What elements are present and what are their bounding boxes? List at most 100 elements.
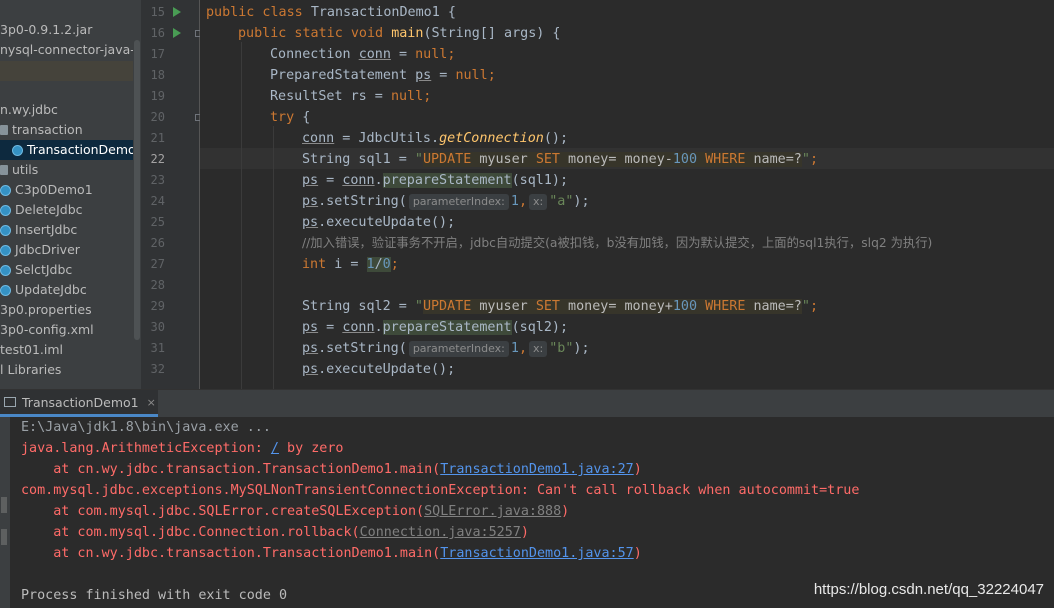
tree-item-label: JdbcDriver [15,242,80,257]
tree-scrollbar[interactable] [133,0,141,389]
tree-item-label: l Libraries [0,362,62,377]
tree-item-label: InsertJdbc [15,222,78,237]
console-toolbar [0,417,10,608]
code-line-17: Connection conn = null; [270,47,456,62]
watermark-text: https://blog.csdn.net/qq_32224047 [813,581,1044,598]
console-error-line: at com.mysql.jdbc.SQLError.createSQLExce… [21,504,570,519]
tree-item-updatejdbc[interactable]: UpdateJdbc [0,280,87,300]
project-tree: 3p0-0.9.1.2.jar nysql-connector-java-5.0… [0,0,141,389]
code-line-22: String sql1 = "UPDATE myuser SET money= … [302,152,818,167]
run-tab-label: TransactionDemo1 [22,394,139,410]
line-number: 32 [150,362,165,376]
run-console[interactable]: E:\Java\jdk1.8\bin\java.exe ... java.lan… [10,417,1054,608]
tree-item-deletejdbc[interactable]: DeleteJdbc [0,200,83,220]
code-line-16: public static void main(String[] args) { [238,26,561,41]
line-number: 25 [150,215,165,229]
tree-item-selctjdbc[interactable]: SelctJdbc [0,260,72,280]
code-line-20: try { [270,110,311,125]
tree-item-c3p0-config[interactable]: 3p0-config.xml [0,320,94,340]
class-icon [0,184,11,196]
line-number: 18 [150,68,165,82]
parameter-hint: x: [529,194,548,210]
line-number: 20 [150,110,165,124]
class-icon [0,264,11,276]
tree-item-jdbcdriver[interactable]: JdbcDriver [0,240,80,260]
tree-item-transactiondemo1[interactable]: TransactionDemo1 [0,140,141,160]
console-error-line: at cn.wy.jdbc.transaction.TransactionDem… [21,462,642,477]
tree-item-label: TransactionDemo1 [27,142,141,157]
tree-item-label: 3p0-0.9.1.2.jar [0,22,93,37]
stacktrace-link[interactable]: Connection.java:5257 [360,525,521,540]
tree-item-label: 3p0.properties [0,302,92,317]
tree-item-label: DeleteJdbc [15,202,83,217]
code-line-29: String sql2 = "UPDATE myuser SET money= … [302,299,818,314]
tree-item-package-transaction[interactable]: transaction [0,120,83,140]
tree-item-label: C3p0Demo1 [15,182,93,197]
stacktrace-link[interactable]: TransactionDemo1.java:27 [440,462,633,477]
parameter-hint: x: [529,341,548,357]
line-number: 28 [150,278,165,292]
tree-item-c3p0-jar[interactable]: 3p0-0.9.1.2.jar [0,20,92,40]
console-command-line: E:\Java\jdk1.8\bin\java.exe ... [21,420,271,435]
line-number: 31 [150,341,165,355]
stacktrace-link[interactable]: TransactionDemo1.java:57 [440,546,633,561]
code-line-23: ps = conn.prepareStatement(sql1); [302,173,569,188]
code-line-15: public class TransactionDemo1 { [206,5,456,20]
line-number: 30 [150,320,165,334]
line-number: 17 [150,47,165,61]
console-error-line: java.lang.ArithmeticException: / by zero [21,441,344,456]
code-line-30: ps = conn.prepareStatement(sql2); [302,320,569,335]
tree-item-external-libraries[interactable]: l Libraries [0,360,61,380]
class-icon [12,144,23,156]
package-icon [0,165,8,175]
line-number: 27 [150,257,165,271]
run-main-icon[interactable] [173,28,181,38]
tree-item-label: utils [12,162,39,177]
tree-item-c3p0demo1[interactable]: C3p0Demo1 [0,180,93,200]
console-error-line: com.mysql.jdbc.exceptions.MySQLNonTransi… [21,483,860,498]
line-number: 24 [150,194,165,208]
scrollbar-thumb[interactable] [134,40,140,340]
console-exit-line: Process finished with exit code 0 [21,588,288,603]
line-number: 16 [150,26,165,40]
tree-item-insertjdbc[interactable]: InsertJdbc [0,220,77,240]
code-editor[interactable]: public class TransactionDemo1 { public s… [200,0,1054,389]
parameter-hint: parameterIndex: [408,194,509,210]
run-tab-transactiondemo1[interactable]: TransactionDemo1 × [0,390,158,417]
tree-item-mysql-connector[interactable]: nysql-connector-java-5.0. [0,40,141,60]
line-number: 29 [150,299,165,313]
code-line-27: int i = 1/0; [302,257,399,272]
class-icon [0,244,11,256]
run-console-icon [4,397,16,407]
tree-item-package-jdbc[interactable]: n.wy.jdbc [0,100,58,120]
tree-row-highlight [0,61,141,81]
stacktrace-link[interactable]: / [271,441,279,456]
code-line-21: conn = JdbcUtils.getConnection(); [302,131,569,146]
line-number: 19 [150,89,165,103]
class-icon [0,224,11,236]
tree-item-label: n.wy.jdbc [0,102,58,117]
console-error-line: at cn.wy.jdbc.transaction.TransactionDem… [21,546,642,561]
code-line-26: //加入错误，验证事务不开启，jdbc自动提交(a被扣钱，b没有加钱，因为默认提… [302,236,933,250]
run-class-icon[interactable] [173,7,181,17]
parameter-hint: parameterIndex: [408,341,509,357]
tree-item-label: nysql-connector-java-5.0. [0,42,141,57]
tree-item-label: UpdateJdbc [15,282,87,297]
tree-item-label: SelctJdbc [15,262,73,277]
editor-gutter: 15 16 17 18 19 20 21 22 23 24 25 26 27 2… [141,0,202,389]
tree-item-c3p0-properties[interactable]: 3p0.properties [0,300,92,320]
class-icon [0,284,11,296]
line-number: 21 [150,131,165,145]
code-line-31: ps.setString(parameterIndex: 1, x: "b"); [302,341,590,357]
close-icon[interactable]: × [147,396,156,409]
toolbar-button[interactable] [1,529,7,545]
toolbar-button[interactable] [1,497,7,513]
tree-item-package-utils[interactable]: utils [0,160,38,180]
package-icon [0,125,8,135]
code-line-32: ps.executeUpdate(); [302,362,456,377]
tree-item-test01-iml[interactable]: test01.iml [0,340,63,360]
indent-guide [241,42,242,389]
stacktrace-link[interactable]: SQLError.java:888 [424,504,561,519]
line-number: 26 [150,236,165,250]
console-error-line: at com.mysql.jdbc.Connection.rollback(Co… [21,525,529,540]
